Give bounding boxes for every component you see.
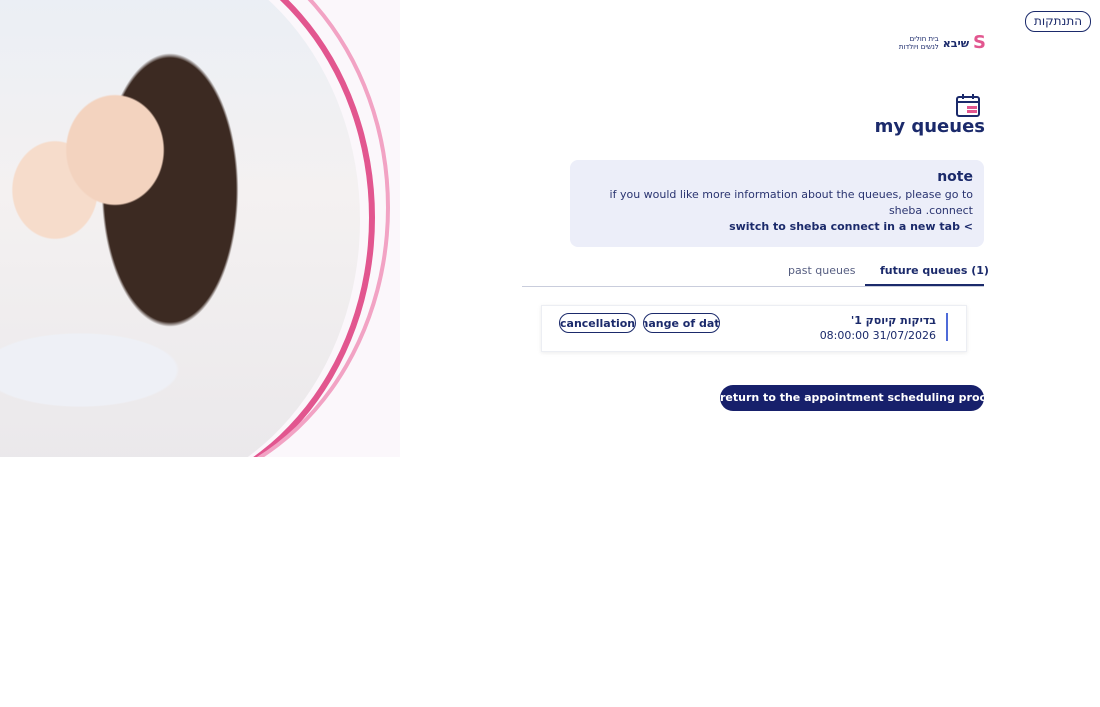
logo-symbol: S [973,32,986,53]
note-body: if you would like more information about… [609,188,973,217]
appointment-accent-bar [946,313,948,341]
sheba-logo: בית חולים לנשים ויולדות שיבא S [896,32,986,54]
note-box: note if you would like more information … [570,160,984,247]
note-title: note [937,169,973,185]
appointment-card: בדיקות קיוסק 1' 08:00:00 31/07/2026 chan… [541,305,967,352]
logo-subtitle: בית חולים לנשים ויולדות [899,35,939,51]
change-date-label: change of date [644,317,720,330]
tab-past-queues[interactable]: past queues [788,264,855,277]
return-to-scheduling-button[interactable]: return to the appointment scheduling pro… [720,385,1007,411]
page-title: my queues [874,116,985,137]
calendar-icon [956,94,980,117]
logo-name: שיבא [942,36,970,50]
cancel-button[interactable]: cancellation [559,313,636,333]
appointment-datetime: 08:00:00 31/07/2026 [819,329,936,342]
logout-button[interactable]: התנתקות [1025,11,1091,32]
appointment-name: בדיקות קיוסק 1' [850,314,936,327]
tab-future-queues[interactable]: future queues (1) [880,264,989,277]
logo-line1: בית חולים [909,35,939,43]
active-tab-indicator [865,284,984,286]
change-date-button[interactable]: change of date [643,313,720,333]
sheba-connect-link[interactable]: switch to sheba connect in a new tab < [729,220,973,233]
logo-line2: לנשים ויולדות [898,43,939,51]
queue-tabs: future queues (1) past queues [522,259,989,287]
